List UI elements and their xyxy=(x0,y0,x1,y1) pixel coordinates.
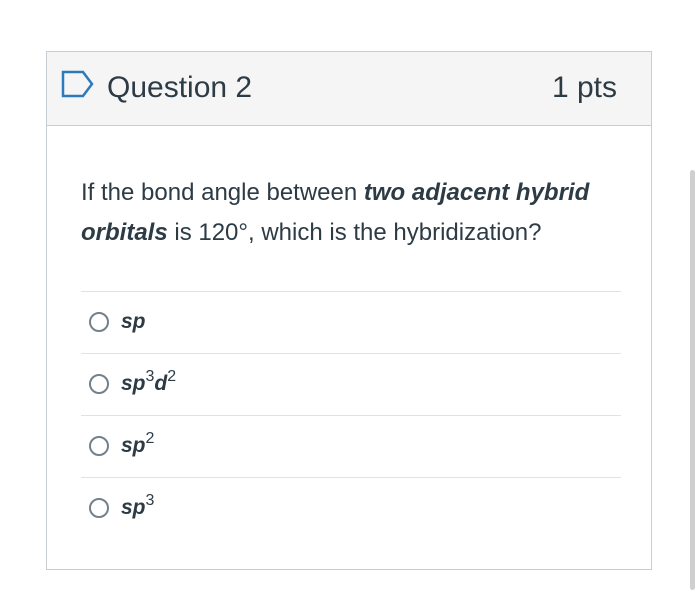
answer-option-2[interactable]: sp3d2 xyxy=(81,353,621,415)
question-text-bold1: two adjacent hybrid xyxy=(363,179,590,206)
answer-label: sp3 xyxy=(121,492,155,520)
radio-button[interactable] xyxy=(89,436,109,456)
flag-outline-icon[interactable] xyxy=(61,69,95,99)
answer-option-4[interactable]: sp3 xyxy=(81,477,621,539)
question-text-part2: is 120°, which is the hybridization? xyxy=(167,219,542,246)
question-text: If the bond angle between two adjacent h… xyxy=(81,173,621,253)
question-points: 1 pts xyxy=(551,71,617,104)
question-text-part1: If the bond angle between xyxy=(81,179,364,206)
radio-button[interactable] xyxy=(89,498,109,518)
question-title: Question 2 xyxy=(107,71,253,104)
answer-list: sp sp3d2 sp2 sp3 xyxy=(81,291,621,539)
question-card: Question 2 1 pts If the bond angle betwe… xyxy=(46,51,652,570)
answer-option-3[interactable]: sp2 xyxy=(81,415,621,477)
question-header: Question 2 1 pts xyxy=(47,52,651,126)
radio-button[interactable] xyxy=(89,312,109,332)
answer-label: sp xyxy=(121,310,146,333)
answer-label: sp3d2 xyxy=(121,368,177,396)
page-scrollbar[interactable] xyxy=(690,170,695,590)
radio-button[interactable] xyxy=(89,374,109,394)
question-text-bold2: orbitals xyxy=(81,219,168,246)
answer-option-1[interactable]: sp xyxy=(81,291,621,353)
answer-label: sp2 xyxy=(121,430,155,458)
